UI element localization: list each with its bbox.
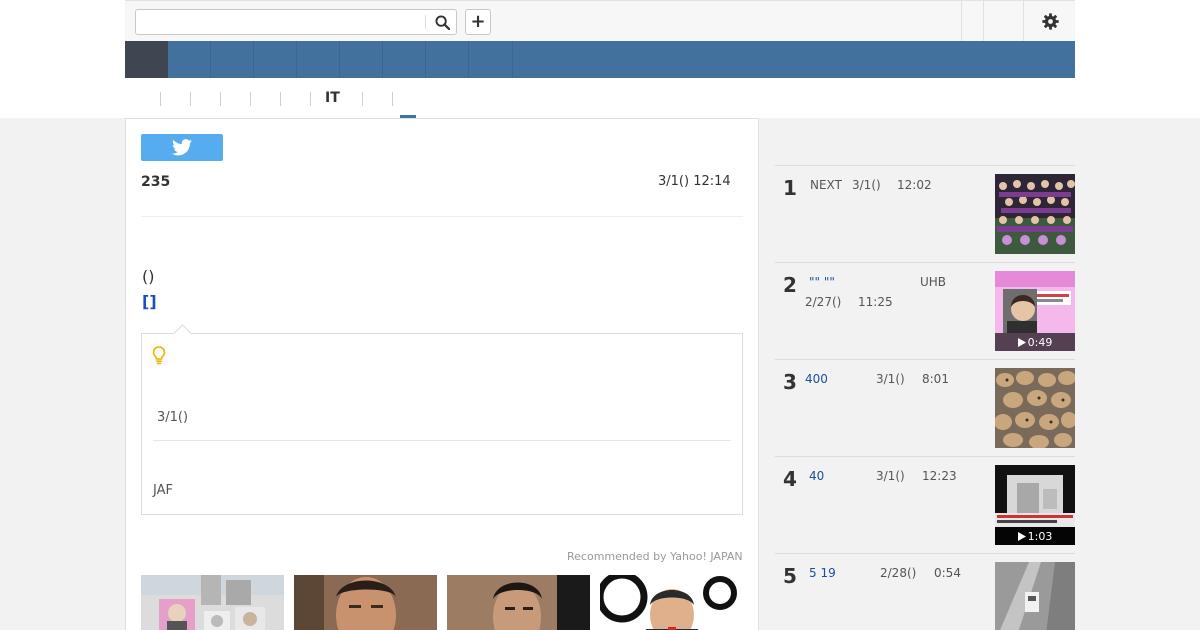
subnav-separator	[310, 92, 311, 106]
nav-item[interactable]	[297, 41, 340, 78]
search-button[interactable]	[430, 11, 454, 33]
tip-box-source: JAF	[153, 483, 173, 498]
duration-text: 1:03	[1027, 529, 1053, 543]
rank-date: 2/28()	[880, 566, 917, 580]
site-header: +	[0, 0, 1200, 118]
thumbnail-image	[294, 575, 437, 630]
article-main: 235 3/1() 12:14 () [] 3/1() JAF Recommen…	[125, 118, 759, 630]
topbar-separator	[961, 1, 962, 41]
article-date: 3/1() 12:14	[658, 174, 731, 189]
rank-thumbnail: 0:49	[995, 271, 1075, 351]
rank-source: UHB	[920, 275, 947, 289]
recommended-thumbnail[interactable]	[600, 575, 743, 630]
search-box	[135, 9, 457, 35]
lightbulb-icon	[150, 344, 168, 366]
rank-thumbnail	[995, 562, 1075, 630]
rank-time: 12:02	[897, 178, 932, 192]
settings-button[interactable]	[1037, 10, 1063, 32]
ranking-item[interactable]: 1 NEXT 3/1() 12:02	[775, 166, 1075, 263]
thumbnail-image	[447, 575, 590, 630]
ranking-item[interactable]: 5 5 19 2/28() 0:54	[775, 554, 1075, 630]
rank-number: 1	[783, 176, 797, 200]
rank-time: 11:25	[858, 295, 893, 309]
tip-box-notch	[173, 324, 192, 343]
rank-time: 0:54	[934, 566, 961, 580]
rank-date: 2/27()	[805, 295, 842, 309]
nav-item[interactable]	[254, 41, 297, 78]
recommended-thumbnail[interactable]	[294, 575, 437, 630]
topbar-separator	[983, 1, 984, 41]
topbar-separator	[1023, 1, 1024, 41]
rank-number: 2	[783, 273, 797, 297]
duration-badge: 0:49	[995, 333, 1075, 351]
rank-number: 4	[783, 467, 797, 491]
ranking-item[interactable]: 2 "" "" UHB 2/27() 11:25 0:49	[775, 263, 1075, 360]
nav-item[interactable]	[426, 41, 469, 78]
nav-item-home[interactable]	[125, 41, 168, 78]
subnav-separator	[160, 92, 161, 106]
nav-item[interactable]	[383, 41, 426, 78]
subnav-separator	[250, 92, 251, 106]
divider	[141, 216, 743, 217]
tweet-button[interactable]	[141, 134, 223, 161]
subnav-separator	[190, 92, 191, 106]
rank-title[interactable]: "" ""	[809, 275, 835, 289]
thumbnail-image	[995, 562, 1075, 630]
article-count: 235	[141, 174, 171, 190]
subnav-separator	[220, 92, 221, 106]
ranking-item[interactable]: 3 400 3/1() 8:01	[775, 360, 1075, 457]
ranking-item[interactable]: 4 40 3/1() 12:23 1:03	[775, 457, 1075, 554]
rank-date: 3/1()	[852, 178, 881, 192]
recommended-label: Recommended by Yahoo! JAPAN	[567, 550, 743, 563]
ranking-sidebar: 1 NEXT 3/1() 12:02 2 "" "" UHB 2/27() 11…	[775, 118, 1075, 630]
rank-number: 3	[783, 370, 797, 394]
rank-title[interactable]: 40	[809, 469, 824, 483]
plus-icon: +	[470, 11, 486, 32]
rank-title[interactable]: 400	[805, 372, 828, 386]
search-input[interactable]	[138, 12, 422, 32]
gear-icon	[1041, 12, 1059, 30]
duration-badge: 1:03	[995, 527, 1075, 545]
rank-date: 3/1()	[876, 469, 905, 483]
top-bar: +	[125, 0, 1075, 41]
rank-title[interactable]: 5 19	[809, 566, 836, 580]
divider	[153, 440, 731, 441]
search-icon	[434, 14, 450, 30]
rank-thumbnail: 1:03	[995, 465, 1075, 545]
rank-source: NEXT	[810, 178, 842, 192]
rank-time: 12:23	[922, 469, 957, 483]
subnav-separator	[392, 92, 393, 106]
thumbnail-image	[995, 174, 1075, 254]
rank-thumbnail	[995, 368, 1075, 448]
recommended-thumbnail[interactable]	[141, 575, 284, 630]
rank-thumbnail	[995, 174, 1075, 254]
nav-item[interactable]	[340, 41, 383, 78]
subnav-separator	[362, 92, 363, 106]
subnav-item-it[interactable]: IT	[325, 90, 340, 106]
rank-time: 8:01	[922, 372, 949, 386]
recommended-thumbnail[interactable]	[447, 575, 590, 630]
add-button[interactable]: +	[465, 9, 491, 35]
rank-date: 3/1()	[876, 372, 905, 386]
tip-box-date: 3/1()	[157, 410, 189, 425]
nav-item[interactable]	[469, 41, 513, 78]
search-divider	[425, 15, 426, 29]
nav-item[interactable]	[211, 41, 254, 78]
twitter-bird-icon	[172, 139, 192, 156]
tip-box: 3/1() JAF	[141, 324, 743, 515]
thumbnail-image	[995, 368, 1075, 448]
play-icon	[1017, 337, 1026, 347]
category-navbar	[125, 41, 1075, 78]
nav-item[interactable]	[168, 41, 211, 78]
article-link[interactable]: []	[142, 292, 157, 311]
article-text: ()	[142, 267, 155, 286]
rank-number: 5	[783, 564, 797, 588]
duration-text: 0:49	[1027, 335, 1053, 349]
play-icon	[1017, 531, 1026, 541]
subnav-separator	[280, 92, 281, 106]
thumbnail-image	[141, 575, 284, 630]
thumbnail-image	[600, 575, 743, 630]
